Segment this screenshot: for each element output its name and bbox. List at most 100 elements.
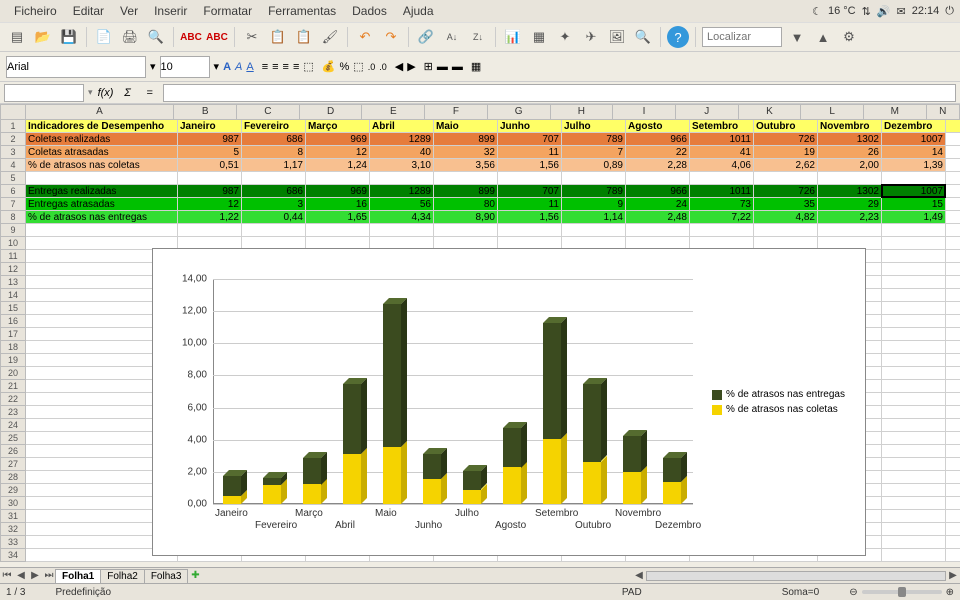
cell[interactable] (882, 523, 946, 536)
row-header[interactable]: 31 (0, 510, 26, 523)
row-header[interactable]: 12 (0, 263, 26, 276)
cell[interactable]: 966 (626, 185, 690, 198)
zoom-out-button[interactable]: ⊖ (849, 587, 857, 598)
cell[interactable]: 987 (178, 133, 242, 146)
cell[interactable]: 1,24 (306, 159, 370, 172)
cell[interactable] (178, 172, 242, 185)
sort-asc-button[interactable]: A↓ (441, 26, 463, 48)
cell[interactable] (946, 432, 960, 445)
cell[interactable] (882, 354, 946, 367)
cell[interactable]: 41 (690, 146, 754, 159)
cell[interactable] (946, 419, 960, 432)
font-color-button[interactable]: ▬ (452, 61, 463, 73)
cell[interactable] (946, 458, 960, 471)
remove-decimal-button[interactable]: .0 (379, 62, 387, 72)
row-header[interactable]: 10 (0, 237, 26, 250)
row-header[interactable]: 27 (0, 458, 26, 471)
cell[interactable] (26, 224, 178, 237)
cell[interactable] (946, 393, 960, 406)
cell[interactable] (882, 497, 946, 510)
cell[interactable]: 789 (562, 133, 626, 146)
row-header[interactable]: 8 (0, 211, 26, 224)
row-header[interactable]: 29 (0, 484, 26, 497)
col-header[interactable]: J (676, 104, 739, 120)
row-header[interactable]: 20 (0, 367, 26, 380)
col-header[interactable]: C (237, 104, 300, 120)
zoom-slider[interactable] (862, 590, 942, 594)
cell[interactable] (946, 146, 960, 159)
cell[interactable]: 3 (242, 198, 306, 211)
hscroll-left[interactable]: ◀ (632, 569, 646, 583)
cell[interactable] (818, 172, 882, 185)
cell[interactable] (946, 185, 960, 198)
volume-icon[interactable]: 🔊 (877, 5, 891, 18)
cell[interactable]: 1,14 (562, 211, 626, 224)
cell[interactable]: 969 (306, 185, 370, 198)
cell[interactable] (882, 471, 946, 484)
new-doc-button[interactable]: ▤ (6, 26, 28, 48)
cell[interactable]: 1,56 (498, 159, 562, 172)
row-header[interactable]: 18 (0, 341, 26, 354)
bold-button[interactable]: A (223, 61, 231, 73)
cell[interactable] (434, 172, 498, 185)
cell[interactable]: 14 (882, 146, 946, 159)
row-header[interactable]: 1 (0, 120, 26, 133)
print-preview-button[interactable]: 🔍 (145, 26, 167, 48)
cell[interactable]: 22 (626, 146, 690, 159)
menu-dados[interactable]: Dados (344, 2, 395, 20)
cell[interactable]: 5 (178, 146, 242, 159)
sum-indicator[interactable]: Soma=0 (782, 587, 820, 598)
cell[interactable]: 3,10 (370, 159, 434, 172)
tab-nav-prev[interactable]: ◀ (14, 569, 28, 583)
cell[interactable] (946, 302, 960, 315)
cell[interactable] (946, 211, 960, 224)
cell[interactable] (946, 276, 960, 289)
row-header[interactable]: 17 (0, 328, 26, 341)
col-header[interactable]: I (613, 104, 676, 120)
cell[interactable]: 12 (178, 198, 242, 211)
cell[interactable] (882, 380, 946, 393)
cell[interactable] (754, 224, 818, 237)
menu-ver[interactable]: Ver (112, 2, 146, 20)
cell[interactable] (946, 289, 960, 302)
cell[interactable] (882, 224, 946, 237)
cell[interactable] (882, 419, 946, 432)
cell[interactable]: 7,22 (690, 211, 754, 224)
cell[interactable]: Entregas realizadas (26, 185, 178, 198)
sort-desc-button[interactable]: Z↓ (467, 26, 489, 48)
currency-button[interactable]: 💰 (322, 60, 336, 73)
cell[interactable] (882, 263, 946, 276)
cell[interactable] (946, 133, 960, 146)
row-header[interactable]: 15 (0, 302, 26, 315)
col-header[interactable]: M (864, 104, 927, 120)
tab-nav-next[interactable]: ▶ (28, 569, 42, 583)
cell[interactable]: 3,56 (434, 159, 498, 172)
cell[interactable] (626, 172, 690, 185)
align-left-button[interactable]: ≡ (262, 61, 268, 73)
col-header[interactable]: L (801, 104, 864, 120)
save-button[interactable]: 💾 (58, 26, 80, 48)
cell[interactable] (306, 172, 370, 185)
cell[interactable]: Janeiro (178, 120, 242, 133)
cell[interactable]: % de atrasos nas coletas (26, 159, 178, 172)
cell[interactable]: 969 (306, 133, 370, 146)
align-justify-button[interactable]: ≡ (293, 61, 299, 73)
cell[interactable]: 1,49 (882, 211, 946, 224)
cell[interactable]: 1289 (370, 185, 434, 198)
cell[interactable] (946, 497, 960, 510)
cell[interactable]: 1302 (818, 185, 882, 198)
cell[interactable]: 707 (498, 185, 562, 198)
cell[interactable] (946, 536, 960, 549)
cell[interactable]: 4,06 (690, 159, 754, 172)
cell[interactable] (626, 224, 690, 237)
cell[interactable] (946, 120, 960, 133)
cell[interactable] (882, 341, 946, 354)
autofilter-button[interactable]: ▦ (528, 26, 550, 48)
row-header[interactable]: 25 (0, 432, 26, 445)
cell[interactable]: 0,44 (242, 211, 306, 224)
cell[interactable] (882, 237, 946, 250)
cell[interactable] (946, 237, 960, 250)
cell[interactable]: 2,48 (626, 211, 690, 224)
cell[interactable]: 899 (434, 185, 498, 198)
cell[interactable]: 26 (818, 146, 882, 159)
